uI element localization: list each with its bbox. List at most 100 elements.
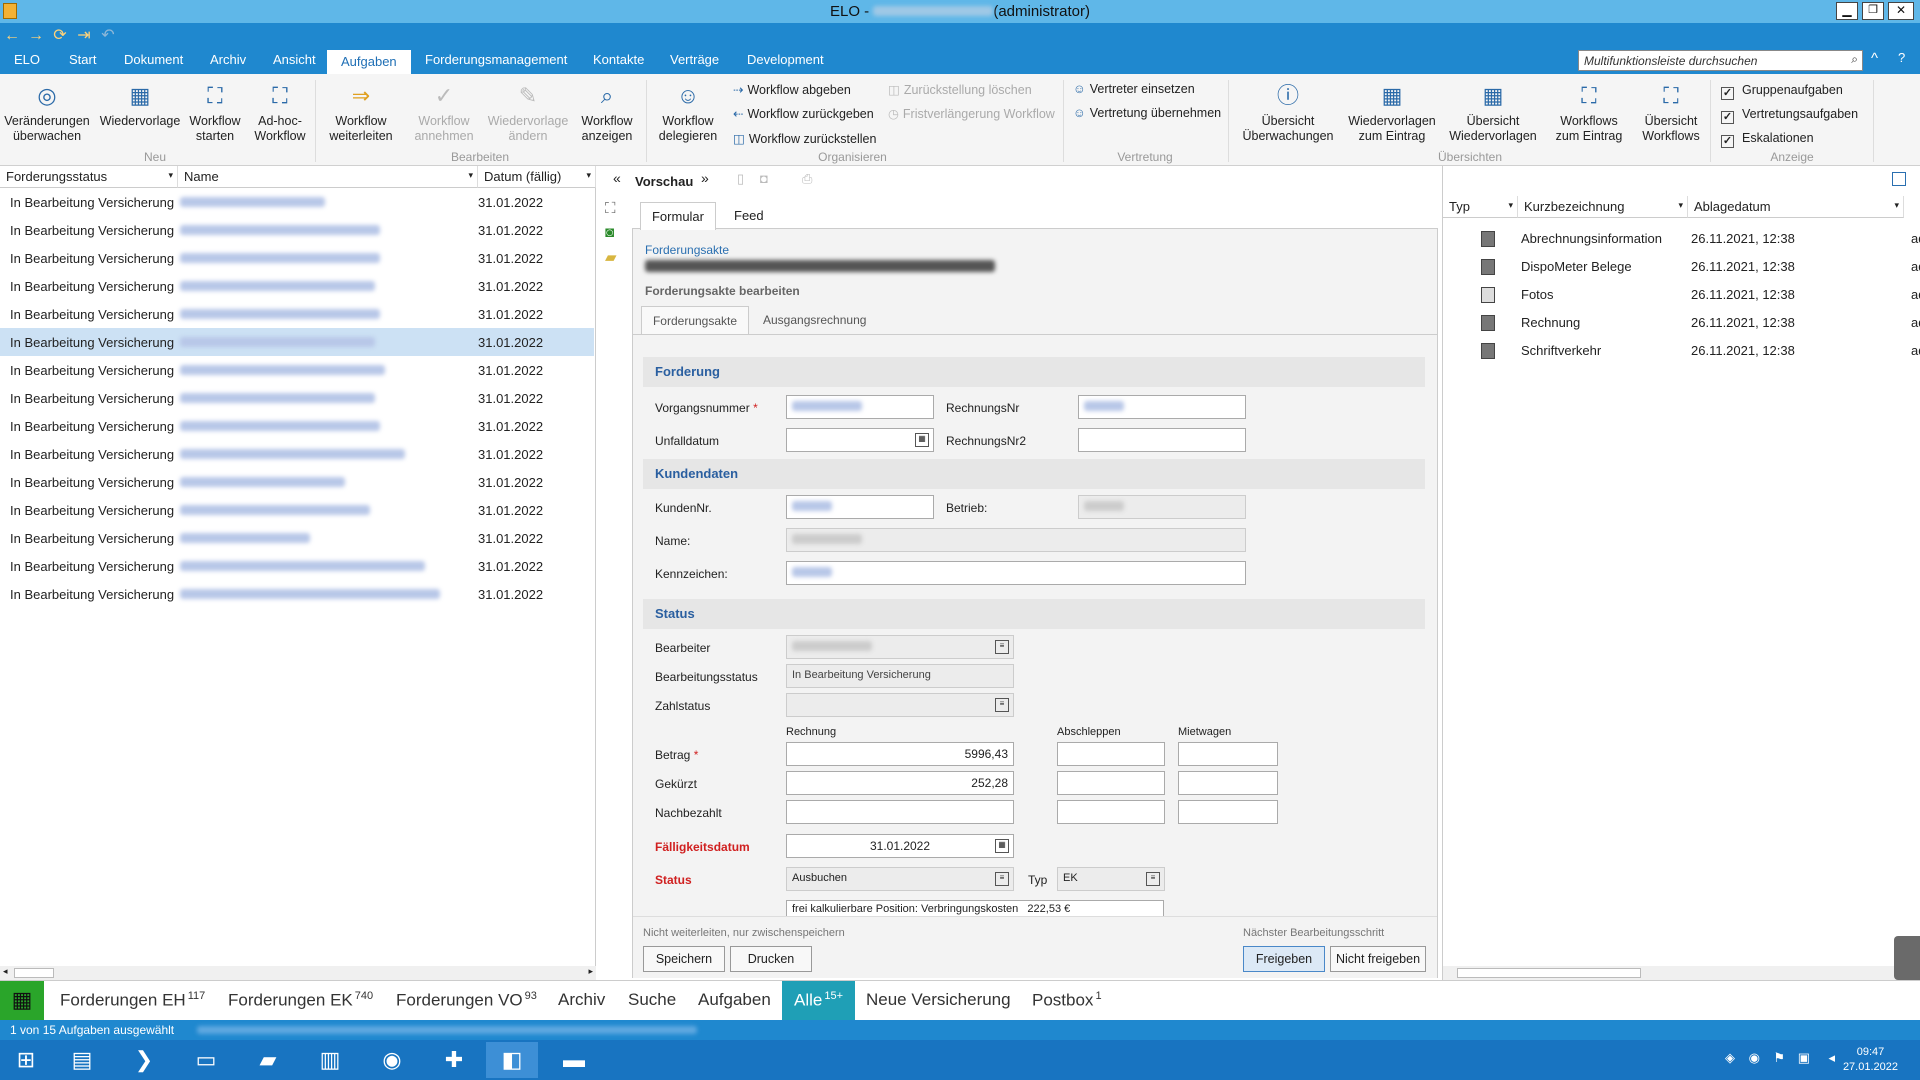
tab-forderungsakte[interactable]: Forderungsakte	[641, 306, 749, 334]
side-panel-handle[interactable]	[1894, 936, 1920, 980]
file-explorer-icon[interactable]: ▭	[180, 1042, 232, 1078]
elo-app-icon[interactable]: ◧	[486, 1042, 538, 1078]
tab-vertraege[interactable]: Verträge	[670, 52, 719, 67]
tab-start[interactable]: Start	[69, 52, 96, 67]
goto-icon[interactable]: ⇥	[72, 25, 96, 45]
powershell-icon[interactable]: ❯	[118, 1042, 170, 1078]
tab-ausgangsrechnung[interactable]: Ausgangsrechnung	[763, 313, 866, 327]
tray-app-icon[interactable]: ◉	[1749, 1050, 1760, 1066]
gekuerzt-mietwagen-field[interactable]	[1178, 771, 1278, 795]
column-header-ablagedatum[interactable]: Ablagedatum ▾	[1688, 196, 1904, 218]
table-row[interactable]: In Bearbeitung Versicherung 31.01.2022	[0, 524, 594, 552]
checkbox-gruppenaufgaben[interactable]: ✓ Gruppenaufgaben	[1721, 83, 1843, 100]
table-row[interactable]: In Bearbeitung Versicherung 31.01.2022	[0, 384, 594, 412]
document-row[interactable]: DispoMeter Belege 26.11.2021, 12:38 ad	[1443, 252, 1920, 280]
change-resubmission-button[interactable]: ✎ Wiedervorlage ändern	[485, 80, 571, 144]
name-field[interactable]	[786, 528, 1246, 552]
document-row[interactable]: Abrechnungsinformation 26.11.2021, 12:38 a…	[1443, 224, 1920, 252]
position-field[interactable]: frei kalkulierbare Position: Verbringung…	[786, 900, 1164, 916]
monitor-changes-button[interactable]: ◎ Veränderungen überwachen	[4, 80, 90, 144]
minimize-button[interactable]: ▁	[1836, 2, 1858, 20]
vorgangsnummer-field[interactable]	[786, 395, 934, 419]
tab-elo[interactable]: ELO	[14, 52, 40, 67]
close-button[interactable]: ✕	[1888, 2, 1914, 20]
document-row[interactable]: Schriftverkehr 26.11.2021, 12:38 ad	[1443, 336, 1920, 364]
column-header-status[interactable]: Forderungsstatus ▾	[0, 166, 178, 188]
print-button[interactable]: Drucken	[730, 946, 812, 972]
vertretung-uebernehmen-button[interactable]: ☺ Vertretung übernehmen	[1073, 106, 1221, 120]
workflow-abgeben-button[interactable]: ⇢ Workflow abgeben	[733, 82, 851, 97]
print-icon[interactable]: ⎙	[802, 171, 812, 187]
resubmission-button[interactable]: ▦ Wiedervorlage	[99, 80, 181, 129]
tab-forderungsmanagement[interactable]: Forderungsmanagement	[425, 52, 567, 67]
rechnungsnr2-field[interactable]	[1078, 428, 1246, 452]
collapse-ribbon-icon[interactable]: ^	[1871, 50, 1878, 67]
overview-workflows-button[interactable]: ⛶ Übersicht Workflows	[1637, 80, 1705, 144]
typ-field[interactable]: EK ≡	[1057, 867, 1165, 891]
page-icon[interactable]: ▯	[737, 171, 744, 187]
column-header-typ[interactable]: Typ ▾	[1443, 196, 1518, 218]
zahlstatus-field[interactable]: ≡	[786, 693, 1014, 717]
view-tab-suche[interactable]: Suche	[628, 990, 676, 1010]
column-header-date[interactable]: Datum (fällig) ▾	[478, 166, 596, 188]
checkbox-eskalationen[interactable]: ✓ Eskalationen	[1721, 131, 1814, 148]
table-row[interactable]: In Bearbeitung Versicherung 31.01.2022	[0, 468, 594, 496]
start-workflow-button[interactable]: ⛶ Workflow starten	[186, 80, 244, 144]
view-tab-forderungen-eh[interactable]: Forderungen EH 117	[60, 990, 205, 1011]
note-icon[interactable]: ▰	[605, 248, 617, 266]
fristverlaengerung-button[interactable]: ◷ Fristverlängerung Workflow	[888, 106, 1055, 121]
zurueckstellung-loeschen-button[interactable]: ◫ Zurückstellung löschen	[888, 82, 1032, 97]
table-row[interactable]: In Bearbeitung Versicherung 31.01.2022	[0, 552, 594, 580]
show-workflow-button[interactable]: ⌕ Workflow anzeigen	[576, 80, 638, 144]
overview-resubmissions-button[interactable]: ▦ Übersicht Wiedervorlagen	[1446, 80, 1540, 144]
adhoc-workflow-button[interactable]: ⛶ Ad-hoc-Workflow	[251, 80, 309, 144]
tab-formular[interactable]: Formular	[640, 202, 716, 230]
bearbeitungsstatus-field[interactable]: In Bearbeitung Versicherung	[786, 664, 1014, 688]
calendar-icon[interactable]: ▦	[915, 433, 929, 447]
tray-alert-icon[interactable]: ⚑	[1773, 1050, 1785, 1066]
nachbezahlt-mietwagen-field[interactable]	[1178, 800, 1278, 824]
list-icon[interactable]: ≡	[1146, 872, 1160, 886]
betrieb-field[interactable]	[1078, 495, 1246, 519]
tab-archiv[interactable]: Archiv	[210, 52, 246, 67]
unfalldatum-field[interactable]: ▦	[786, 428, 934, 452]
betrag-mietwagen-field[interactable]	[1178, 742, 1278, 766]
tab-ansicht[interactable]: Ansicht	[273, 52, 316, 67]
view-tab-archiv[interactable]: Archiv	[558, 990, 605, 1010]
column-header-kurzbezeichnung[interactable]: Kurzbezeichnung ▾	[1518, 196, 1688, 218]
form-icon[interactable]: ◙	[605, 224, 614, 241]
tray-display-icon[interactable]: ▣	[1798, 1050, 1810, 1066]
table-row[interactable]: In Bearbeitung Versicherung 31.01.2022	[0, 496, 594, 524]
undo-icon[interactable]: ↶	[96, 25, 120, 45]
table-row[interactable]: In Bearbeitung Versicherung 31.01.2022	[0, 272, 594, 300]
tray-volume-icon[interactable]: ◂	[1828, 1050, 1835, 1066]
list-icon[interactable]: ≡	[995, 698, 1009, 712]
document-row[interactable]: Rechnung 26.11.2021, 12:38 ad	[1443, 308, 1920, 336]
table-row[interactable]: In Bearbeitung Versicherung 31.01.2022	[0, 188, 594, 216]
table-row[interactable]: In Bearbeitung Versicherung 31.01.2022	[0, 300, 594, 328]
system-clock[interactable]: 09:47 27.01.2022	[1843, 1045, 1898, 1075]
horizontal-scrollbar[interactable]: ◂ ▸	[0, 966, 596, 980]
checkbox-vertretungsaufgaben[interactable]: ✓ Vertretungsaufgaben	[1721, 107, 1858, 124]
expand-right-icon[interactable]: »	[701, 170, 709, 186]
camera-icon[interactable]: ◘	[760, 171, 768, 186]
workflow-zurueckgeben-button[interactable]: ⇠ Workflow zurückgeben	[733, 106, 874, 121]
collapse-left-icon[interactable]: «	[613, 170, 621, 186]
help-icon[interactable]: ?	[1898, 50, 1905, 65]
betrag-abschleppen-field[interactable]	[1057, 742, 1165, 766]
server-manager-icon[interactable]: ▤	[56, 1042, 108, 1078]
resubmissions-entry-button[interactable]: ▦ Wiedervorlagen zum Eintrag	[1345, 80, 1439, 144]
delegate-workflow-button[interactable]: ☺ Workflow delegieren	[654, 80, 722, 144]
tab-dokument[interactable]: Dokument	[124, 52, 183, 67]
release-button[interactable]: Freigeben	[1243, 946, 1325, 972]
vertreter-einsetzen-button[interactable]: ☺ Vertreter einsetzen	[1073, 82, 1195, 96]
table-row[interactable]: In Bearbeitung Versicherung 31.01.2022	[0, 580, 594, 608]
gekuerzt-rechnung-field[interactable]: 252,28	[786, 771, 1014, 795]
refresh-icon[interactable]: ⟳	[48, 25, 72, 45]
ribbon-search-input[interactable]: Multifunktionsleiste durchsuchen ⌕	[1578, 50, 1863, 71]
windows-start-icon[interactable]: ⊞	[0, 1042, 52, 1078]
view-tab-neue-versicherung[interactable]: Neue Versicherung	[866, 990, 1011, 1010]
diagnostic-app-icon[interactable]: ✚	[428, 1042, 480, 1078]
toggle-pane-icon[interactable]	[1892, 172, 1906, 186]
faelligkeitsdatum-field[interactable]: 31.01.2022 ▦	[786, 834, 1014, 858]
